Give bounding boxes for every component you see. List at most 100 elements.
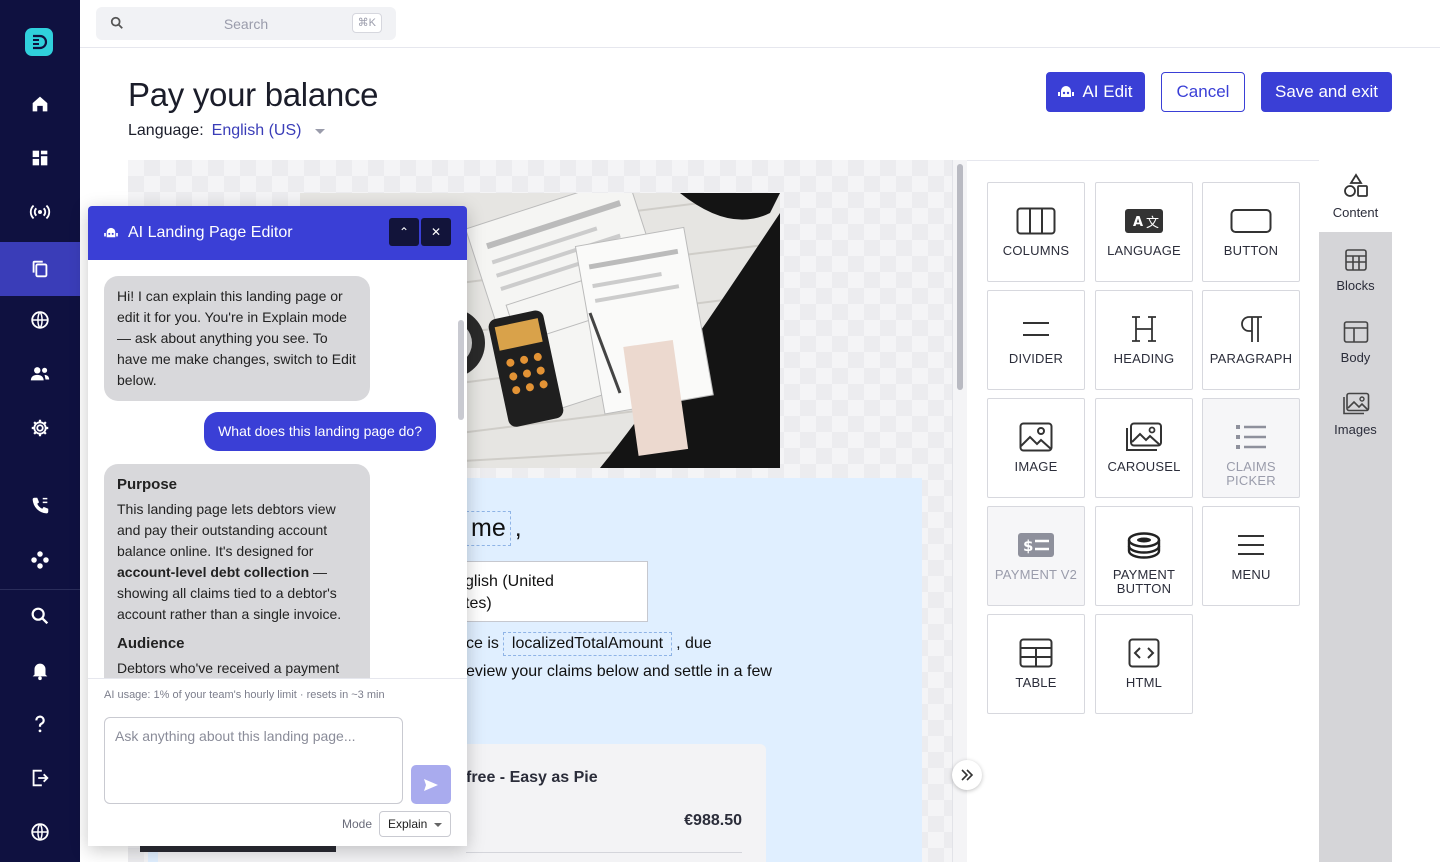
mode-select[interactable]: Explain — [379, 811, 451, 837]
help-icon[interactable] — [0, 697, 80, 751]
body-icon — [1343, 320, 1368, 343]
chevron-up-icon: ⌃ — [398, 225, 410, 239]
users-icon[interactable] — [0, 347, 80, 401]
dashboard-icon[interactable] — [0, 131, 80, 185]
tab-blocks[interactable]: Blocks — [1319, 234, 1392, 306]
language-selector[interactable]: Language: English (US) — [128, 122, 326, 140]
block-label: HEADING — [1113, 351, 1175, 366]
globe-icon[interactable] — [0, 293, 80, 347]
app-logo[interactable] — [25, 28, 53, 56]
language-icon[interactable] — [0, 805, 80, 859]
robot-icon — [104, 227, 118, 238]
expand-panel-button[interactable] — [952, 760, 982, 790]
ai-editor-title: AI Landing Page Editor — [128, 224, 293, 241]
block-label-line: PAYMENT — [1112, 567, 1176, 582]
chat-messages[interactable]: Hi! I can explain this landing page or e… — [88, 260, 467, 678]
block-columns[interactable]: COLUMNS — [987, 182, 1085, 282]
tab-label: Content — [1332, 204, 1379, 220]
block-payment-button[interactable]: PAYMENT BUTTON — [1095, 506, 1193, 606]
block-button[interactable]: BUTTON — [1202, 182, 1300, 282]
footer-strip — [140, 846, 336, 852]
claims-picker-icon — [1235, 421, 1267, 453]
global-search[interactable]: Search ⌘K — [96, 7, 396, 40]
close-button[interactable]: ✕ — [421, 218, 451, 246]
balance-text[interactable]: ce is localizedTotalAmount , due — [466, 632, 712, 656]
block-html[interactable]: HTML — [1095, 614, 1193, 714]
block-table[interactable]: TABLE — [987, 614, 1085, 714]
block-heading[interactable]: HEADING — [1095, 290, 1193, 390]
block-label: PARAGRAPH — [1209, 351, 1293, 366]
block-label: BUTTON — [1223, 243, 1279, 258]
save-and-exit-button[interactable]: Save and exit — [1261, 72, 1392, 112]
block-label-line: PICKER — [1226, 473, 1276, 488]
block-language[interactable]: A文 LANGUAGE — [1095, 182, 1193, 282]
phone-icon[interactable] — [0, 479, 80, 533]
block-label: MENU — [1231, 567, 1271, 582]
cancel-button[interactable]: Cancel — [1161, 72, 1245, 112]
tab-label: Blocks — [1336, 277, 1375, 293]
block-menu[interactable]: MENU — [1202, 506, 1300, 606]
chat-input[interactable]: Ask anything about this landing page... — [104, 717, 403, 804]
scrollbar-thumb[interactable] — [957, 164, 963, 390]
send-icon — [424, 778, 438, 791]
greeting-token[interactable]: me — [466, 510, 511, 546]
chevron-down-icon[interactable] — [315, 128, 326, 134]
greeting-heading[interactable]: me , — [466, 508, 522, 548]
tab-images[interactable]: Images — [1319, 378, 1392, 450]
broadcast-icon[interactable] — [0, 185, 80, 239]
integrations-icon[interactable] — [0, 533, 80, 587]
purpose-heading: Purpose — [117, 476, 178, 493]
top-bar: Search ⌘K — [80, 0, 1440, 48]
carousel-icon — [1125, 421, 1163, 453]
language-option-line-2: tes) — [465, 595, 492, 612]
robot-icon — [1058, 86, 1075, 97]
user-message: What does this landing page do? — [204, 412, 436, 451]
ai-edit-button[interactable]: AI Edit — [1046, 72, 1145, 112]
block-divider[interactable]: DIVIDER — [987, 290, 1085, 390]
menu-icon — [1236, 529, 1266, 561]
block-carousel[interactable]: CAROUSEL — [1095, 398, 1193, 498]
block-label: IMAGE — [1014, 459, 1058, 474]
block-paragraph[interactable]: PARAGRAPH — [1202, 290, 1300, 390]
bell-icon[interactable] — [0, 643, 80, 697]
pages-icon[interactable] — [0, 242, 80, 296]
mode-label: Mode — [342, 817, 373, 831]
block-payment-v2[interactable]: $ PAYMENT V2 — [987, 506, 1085, 606]
total-amount-token[interactable]: localizedTotalAmount — [502, 632, 673, 656]
ai-editor-header: AI Landing Page Editor ⌃ ✕ — [88, 206, 467, 260]
page-title: Pay your balance — [128, 76, 379, 113]
language-value[interactable]: English (US) — [212, 122, 302, 140]
claim-name: free - Easy as Pie — [466, 769, 598, 786]
block-image[interactable]: IMAGE — [987, 398, 1085, 498]
images-icon — [1342, 392, 1369, 414]
block-label-line: BUTTON — [1116, 581, 1172, 596]
assistant-message: Purpose This landing page lets debtors v… — [104, 464, 370, 678]
search-shortcut: ⌘K — [351, 13, 382, 33]
tab-content[interactable]: Content — [1319, 160, 1392, 232]
chat-scrollbar[interactable] — [458, 320, 464, 420]
ai-usage-text: AI usage: 1% of your team's hourly limit… — [104, 689, 385, 701]
block-claims-picker[interactable]: CLAIMS PICKER — [1202, 398, 1300, 498]
double-chevron-right-icon — [961, 769, 974, 781]
collapse-button[interactable]: ⌃ — [389, 218, 419, 246]
payment-button-icon — [1126, 529, 1162, 561]
language-option-line-1: glish (United — [465, 573, 554, 590]
home-icon[interactable] — [0, 77, 80, 131]
table-icon — [1019, 637, 1053, 669]
settings-icon[interactable] — [0, 401, 80, 455]
block-label: TABLE — [1015, 675, 1057, 690]
ai-edit-label: AI Edit — [1082, 82, 1133, 101]
balance-prefix: ce is — [466, 635, 499, 652]
svg-text:A: A — [1133, 215, 1143, 230]
image-icon — [1019, 421, 1053, 453]
editor-side-tabs: Content Blocks Body Images — [1319, 160, 1392, 862]
content-blocks-panel: COLUMNS A文 LANGUAGE BUTTON DIVIDER HEADI… — [967, 160, 1319, 862]
block-label: CAROUSEL — [1107, 459, 1181, 474]
logout-icon[interactable] — [0, 751, 80, 805]
mode-value: Explain — [388, 817, 428, 831]
canvas-scrollbar[interactable] — [952, 160, 967, 862]
review-text[interactable]: eview your claims below and settle in a … — [466, 663, 772, 681]
tab-body[interactable]: Body — [1319, 306, 1392, 378]
send-button[interactable] — [411, 765, 451, 804]
search-icon[interactable] — [0, 589, 80, 643]
